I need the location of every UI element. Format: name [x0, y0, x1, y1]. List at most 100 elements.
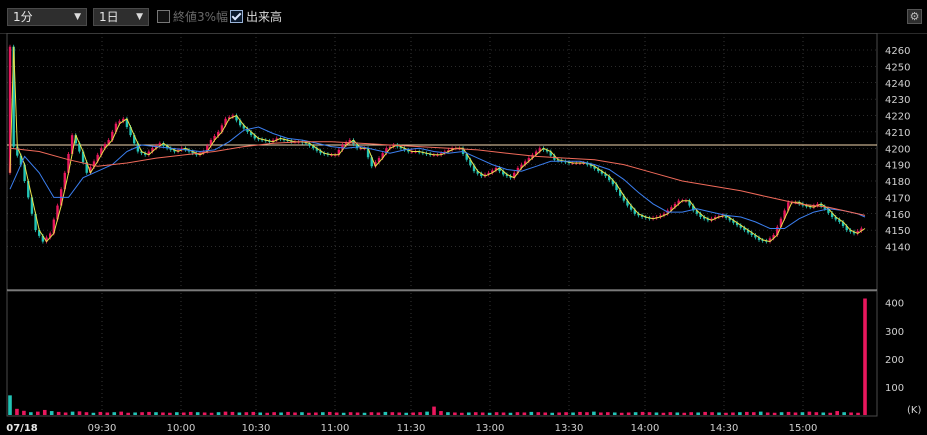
volume-bar	[682, 412, 687, 415]
range-3pct-checkbox[interactable]: 終値3%幅	[157, 9, 228, 25]
volume-unit-label: (K)	[907, 405, 921, 416]
volume-bar	[56, 411, 61, 415]
chart-toolbar: 1分 ▼ 1日 ▼ 終値3%幅 出来高 ⚙	[0, 0, 927, 34]
volume-bar	[265, 412, 269, 415]
volume-bar	[383, 411, 388, 415]
volume-bar	[800, 412, 805, 415]
volume-bar	[8, 395, 12, 415]
volume-bar	[585, 412, 589, 415]
volume-bar	[522, 412, 527, 415]
volume-bar	[863, 298, 867, 415]
volume-panel-border	[6, 290, 878, 417]
volume-bar	[411, 412, 415, 415]
volume-bar	[181, 412, 186, 415]
volume-bar	[661, 412, 666, 415]
volume-bar	[209, 412, 214, 415]
grid	[6, 33, 878, 417]
volume-bar	[446, 412, 450, 415]
volume-bar	[654, 412, 659, 415]
volume-bar	[418, 412, 422, 415]
time-tick-label: 10:00	[167, 423, 196, 434]
volume-bar	[369, 412, 374, 415]
volume-bar	[515, 412, 520, 415]
volume-bar	[105, 412, 110, 415]
volume-bar	[42, 409, 47, 415]
volume-bar	[244, 412, 249, 415]
volume-bar	[529, 411, 534, 415]
volume-bar	[188, 411, 193, 415]
volume-bar	[133, 412, 137, 415]
y-axis-ticks: 4260 4250 4240 4230 4220 4210 4200 4190 4180 4170…	[885, 46, 921, 416]
volume-bar	[70, 411, 75, 415]
volume-bar	[703, 411, 707, 415]
volume-label: 出来高	[246, 10, 283, 24]
volume-bar	[758, 411, 763, 415]
volume-bar	[626, 412, 631, 415]
volume-bar	[779, 412, 784, 415]
volume-bar	[286, 411, 290, 415]
volume-bar	[821, 412, 826, 415]
time-tick-label: 11:30	[397, 423, 426, 434]
volume-bar	[126, 412, 130, 415]
volume-bar	[786, 411, 791, 415]
volume-tick-label: 200	[885, 355, 904, 366]
volume-bar	[793, 412, 798, 415]
volume-bars	[8, 298, 867, 415]
volume-bar	[606, 412, 610, 415]
volume-bar	[22, 410, 26, 415]
volume-bar	[432, 406, 436, 415]
price-tick-label: 4190	[885, 161, 910, 172]
volume-bar	[849, 412, 853, 415]
volume-tick-label: 100	[885, 383, 904, 394]
volume-bar	[230, 411, 235, 415]
volume-bar	[327, 411, 332, 415]
volume-bar	[772, 412, 777, 415]
volume-bar	[293, 412, 297, 415]
volume-bar	[251, 411, 256, 415]
volume-bar	[724, 412, 728, 415]
price-volume-chart: 4260 4250 4240 4230 4220 4210 4200 4190 4180 4170…	[6, 33, 921, 434]
date-label: 07/18	[6, 423, 38, 434]
gear-icon[interactable]: ⚙	[907, 9, 922, 24]
period-select[interactable]: 1日 ▼	[93, 8, 149, 26]
volume-bar	[710, 412, 714, 415]
moving-averages	[9, 46, 866, 243]
volume-bar	[731, 412, 735, 415]
volume-bar	[828, 412, 833, 415]
interval-select-value: 1分	[13, 10, 33, 24]
volume-bar	[466, 412, 471, 415]
price-tick-label: 4150	[885, 226, 910, 237]
price-tick-label: 4140	[885, 243, 910, 254]
volume-bar	[592, 411, 596, 415]
volume-bar	[751, 412, 756, 415]
volume-bar	[439, 411, 443, 415]
volume-bar	[612, 412, 617, 415]
volume-bar	[675, 412, 680, 415]
interval-select[interactable]: 1分 ▼	[7, 8, 87, 26]
price-tick-label: 4200	[885, 144, 910, 155]
volume-bar	[557, 412, 561, 415]
volume-bar	[29, 412, 33, 415]
volume-bar	[223, 411, 228, 415]
volume-bar	[300, 412, 304, 415]
volume-bar	[633, 412, 638, 415]
volume-bar	[84, 412, 89, 415]
volume-bar	[640, 411, 645, 415]
price-tick-label: 4160	[885, 210, 910, 221]
volume-bar	[175, 412, 179, 415]
volume-bar	[397, 412, 402, 415]
volume-bar	[765, 412, 770, 415]
volume-bar	[321, 412, 325, 415]
volume-bar	[334, 412, 339, 415]
price-tick-label: 4240	[885, 79, 910, 90]
time-tick-label: 11:00	[321, 423, 350, 434]
volume-bar	[404, 412, 409, 415]
time-tick-label: 13:00	[476, 423, 505, 434]
volume-bar	[835, 411, 839, 415]
volume-bar	[15, 408, 19, 415]
volume-bar	[376, 412, 381, 415]
volume-bar	[647, 412, 652, 415]
volume-tick-label: 400	[885, 299, 904, 310]
volume-bar	[536, 412, 541, 415]
volume-checkbox[interactable]: 出来高	[230, 9, 282, 25]
